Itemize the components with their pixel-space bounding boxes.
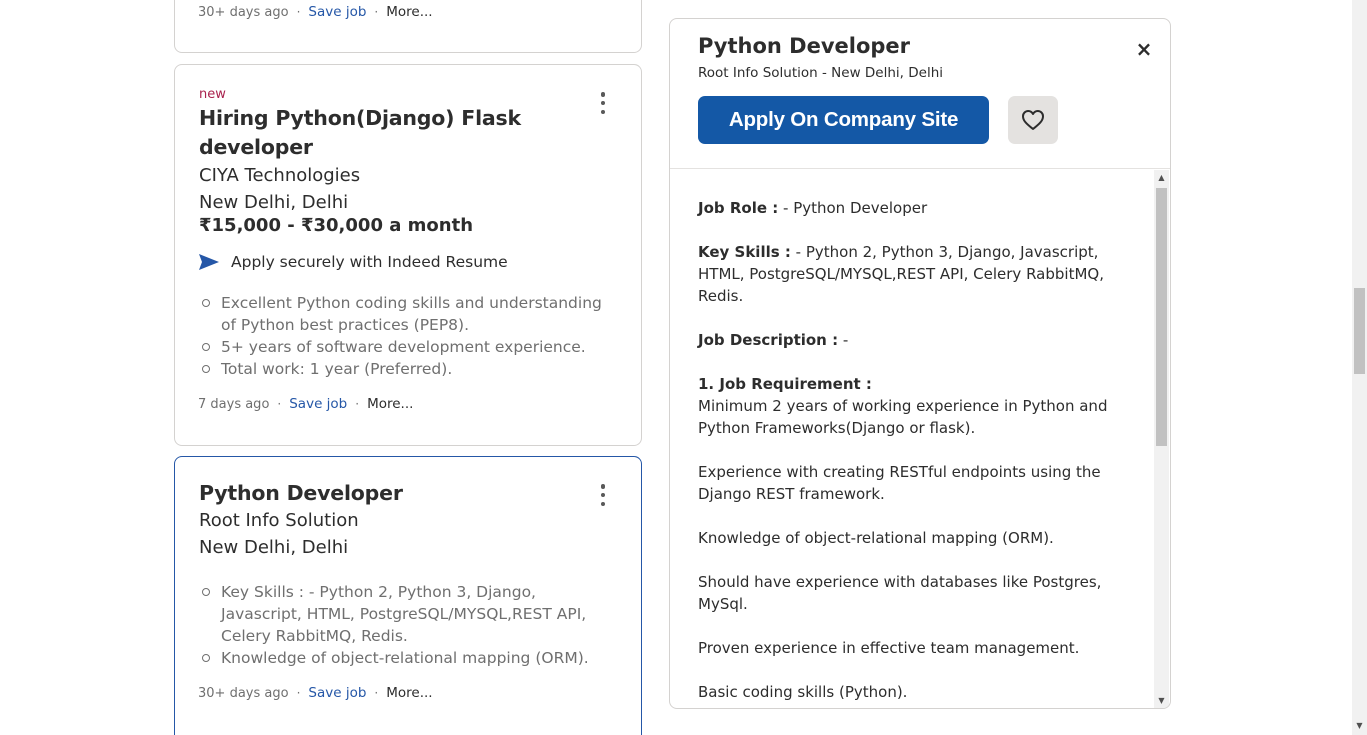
posted-date: 30+ days ago — [198, 685, 289, 701]
close-icon[interactable]: × — [1132, 37, 1156, 61]
heart-outline-icon — [1022, 110, 1044, 130]
apply-securely-row: Apply securely with Indeed Resume — [199, 253, 508, 271]
description-paragraph: Knowledge of object-relational mapping (… — [698, 529, 1054, 547]
snippet-item: Knowledge of object-relational mapping (… — [202, 647, 619, 669]
separator-dot: · — [374, 5, 379, 19]
description-paragraph: Basic coding skills (Python). — [698, 683, 908, 701]
description-paragraph: Experience with creating RESTful endpoin… — [698, 463, 1101, 503]
job-card-footer: 7 days ago · Save job · More... — [198, 396, 413, 412]
job-snippet: Excellent Python coding skills and under… — [199, 292, 619, 380]
posted-date: 7 days ago — [198, 396, 270, 412]
salary: ₹15,000 - ₹30,000 a month — [199, 215, 474, 236]
job-detail-header: Python Developer Root Info Solution - Ne… — [670, 19, 1170, 169]
job-title[interactable]: Python Developer — [199, 479, 403, 508]
company-name: CIYA Technologies — [199, 165, 361, 186]
more-link[interactable]: More... — [367, 396, 413, 412]
job-location: New Delhi, Delhi — [199, 192, 349, 213]
kebab-menu-icon[interactable] — [591, 89, 615, 117]
key-skills-label: Key Skills : — [698, 243, 791, 261]
detail-job-title: Python Developer — [698, 34, 911, 58]
job-card-footer: 30+ days ago · Save job · More... — [198, 685, 433, 701]
page-scrollbar[interactable]: ▼ — [1352, 0, 1367, 735]
more-link[interactable]: More... — [386, 4, 432, 20]
job-title-line: Hiring Python(Django) Flask — [199, 106, 521, 130]
job-location: New Delhi, Delhi — [199, 537, 349, 558]
job-card-python-developer[interactable]: Python Developer Root Info Solution New … — [174, 456, 642, 735]
separator-dot: · — [374, 686, 379, 700]
posted-date: 30+ days ago — [198, 4, 289, 20]
save-job-link[interactable]: Save job — [308, 4, 366, 20]
job-title-line: developer — [199, 135, 313, 159]
kebab-menu-icon[interactable] — [591, 481, 615, 509]
job-snippet: Key Skills : - Python 2, Python 3, Djang… — [199, 581, 619, 669]
save-job-link[interactable]: Save job — [289, 396, 347, 412]
key-skills: Key Skills : - Python 2, Python 3, Djang… — [698, 241, 1118, 307]
snippet-item: Key Skills : - Python 2, Python 3, Djang… — [202, 581, 619, 647]
job-requirement-value: Minimum 2 years of working experience in… — [698, 397, 1108, 437]
apply-on-company-site-button[interactable]: Apply On Company Site — [698, 96, 989, 144]
job-description-label: Job Description : — [698, 331, 839, 349]
job-card-django-flask[interactable]: new Hiring Python(Django) Flask develope… — [174, 64, 642, 446]
scrollbar-thumb[interactable] — [1156, 188, 1167, 446]
viewport: 30+ days ago · Save job · More... new Hi… — [0, 0, 1367, 735]
separator-dot: · — [296, 5, 301, 19]
job-detail-panel: Python Developer Root Info Solution - Ne… — [669, 18, 1171, 709]
job-description: Job Role : - Python Developer Key Skills… — [698, 197, 1118, 708]
job-requirement: 1. Job Requirement : Minimum 2 years of w… — [698, 373, 1118, 439]
detail-company-location: Root Info Solution - New Delhi, Delhi — [698, 65, 944, 81]
job-role-value: - Python Developer — [778, 199, 928, 217]
job-role: Job Role : - Python Developer — [698, 197, 1118, 219]
separator-dot: · — [296, 686, 301, 700]
new-badge: new — [199, 87, 226, 102]
apply-securely-text: Apply securely with Indeed Resume — [231, 253, 508, 271]
job-role-label: Job Role : — [698, 199, 779, 217]
job-description-value: - — [838, 331, 849, 349]
send-arrow-icon — [199, 254, 219, 270]
page-scrollbar-thumb[interactable] — [1354, 288, 1365, 374]
company-name: Root Info Solution — [199, 510, 359, 531]
snippet-item: 5+ years of software development experie… — [202, 336, 619, 358]
description-scrollbar[interactable]: ▲ ▼ — [1154, 170, 1169, 708]
more-link[interactable]: More... — [386, 685, 432, 701]
description-paragraph: Should have experience with databases li… — [698, 573, 1102, 613]
scroll-down-arrow-icon[interactable]: ▼ — [1154, 693, 1169, 708]
separator-dot: · — [355, 397, 360, 411]
separator-dot: · — [277, 397, 282, 411]
job-requirement-label: 1. Job Requirement : — [698, 375, 872, 393]
job-card-partial[interactable]: 30+ days ago · Save job · More... — [174, 0, 642, 53]
snippet-item: Total work: 1 year (Preferred). — [202, 358, 619, 380]
scroll-up-arrow-icon[interactable]: ▲ — [1154, 170, 1169, 185]
job-title[interactable]: Hiring Python(Django) Flask developer — [199, 104, 521, 162]
job-description-heading: Job Description : - — [698, 329, 1118, 351]
scroll-down-arrow-icon[interactable]: ▼ — [1352, 718, 1367, 733]
job-card-footer: 30+ days ago · Save job · More... — [198, 4, 433, 20]
save-job-button[interactable] — [1008, 96, 1058, 144]
description-paragraph: Proven experience in effective team mana… — [698, 639, 1080, 657]
save-job-link[interactable]: Save job — [308, 685, 366, 701]
snippet-item: Excellent Python coding skills and under… — [202, 292, 619, 336]
